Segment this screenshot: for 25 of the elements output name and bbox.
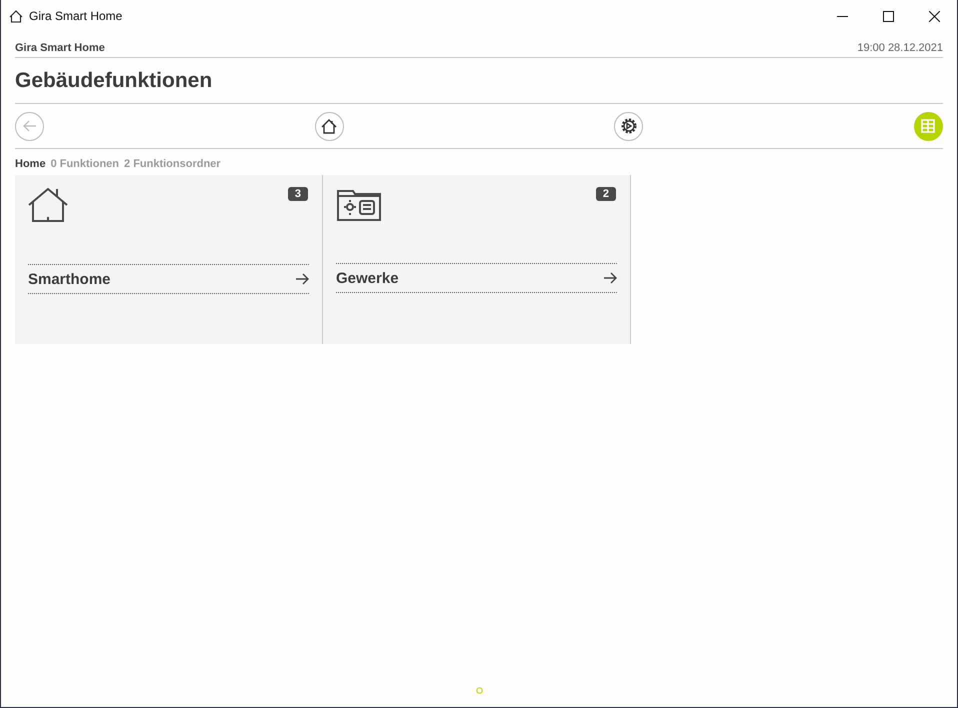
maximize-icon <box>882 10 894 22</box>
count-badge: 2 <box>596 187 616 201</box>
page-indicator-dot <box>476 687 482 694</box>
folder-icon <box>336 187 382 222</box>
house-icon <box>28 187 70 223</box>
home-button[interactable] <box>314 112 344 140</box>
house-icon <box>9 10 23 22</box>
folder-tile[interactable]: 2 Gewerke <box>323 175 631 344</box>
back-arrow-icon <box>22 120 36 132</box>
app-name: Gira Smart Home <box>15 42 105 54</box>
breadcrumb-item[interactable]: Home <box>15 158 46 170</box>
window-title: Gira Smart Home <box>29 9 124 23</box>
home-icon <box>321 118 338 134</box>
gear-icon <box>620 117 638 135</box>
folder-tile[interactable]: 3 Smarthome <box>15 175 323 344</box>
tile-label: Smarthome <box>28 270 111 288</box>
tile-label: Gewerke <box>336 270 399 286</box>
arrow-icon <box>295 273 309 285</box>
date-time: 19:00 28.12.2021 <box>857 42 943 54</box>
scenes-button[interactable] <box>614 112 644 140</box>
page-title: Gebäudefunktionen <box>15 58 943 104</box>
arrow-icon <box>603 272 617 284</box>
grid-icon <box>921 119 936 133</box>
count-badge: 3 <box>288 187 308 201</box>
close-icon <box>928 10 940 22</box>
